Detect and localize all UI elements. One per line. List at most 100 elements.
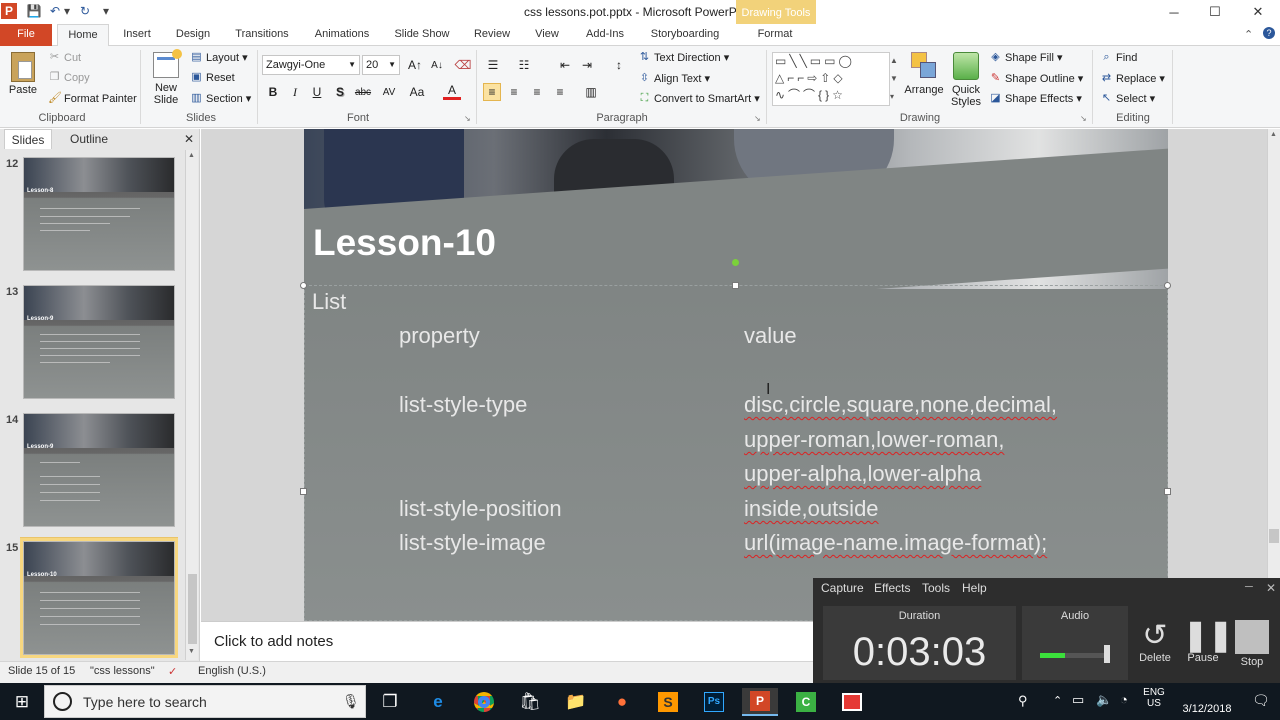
strikethrough-button[interactable]: abc bbox=[352, 83, 374, 101]
task-view-icon[interactable]: ❐ bbox=[372, 688, 408, 716]
recorder-minimize-icon[interactable]: ─ bbox=[1245, 581, 1253, 593]
recorder-menu-capture[interactable]: Capture bbox=[821, 581, 864, 595]
delete-button[interactable]: ↺ Delete bbox=[1135, 620, 1175, 665]
close-button[interactable]: ✕ bbox=[1236, 0, 1280, 24]
value-cell[interactable]: disc,circle,square,none,decimal, bbox=[744, 392, 1057, 418]
tab-slides-pane[interactable]: Slides bbox=[4, 129, 52, 149]
stop-button[interactable]: Stop bbox=[1232, 620, 1272, 668]
cut-button[interactable]: ✂ Cut bbox=[48, 51, 81, 64]
microphone-icon[interactable]: 🎙 bbox=[342, 693, 360, 710]
resize-handle[interactable] bbox=[1164, 488, 1171, 495]
wifi-icon[interactable]: ◔ bbox=[1120, 692, 1128, 707]
resize-handle[interactable] bbox=[300, 282, 307, 289]
scroll-up-icon[interactable]: ▲ bbox=[1270, 131, 1277, 138]
scroll-thumb[interactable] bbox=[188, 574, 197, 644]
underline-button[interactable]: U bbox=[308, 83, 326, 101]
font-name-combo[interactable]: Zawgyi-One ▼ bbox=[262, 55, 360, 75]
camtasia-icon[interactable]: C bbox=[788, 688, 824, 716]
tab-animations[interactable]: Animations bbox=[306, 24, 378, 46]
columns-icon[interactable]: ▥ bbox=[582, 83, 600, 101]
taskbar-date[interactable]: 3/12/2018 bbox=[1168, 703, 1246, 715]
notifications-icon[interactable]: 🗨 bbox=[1252, 692, 1270, 709]
value-cell[interactable]: upper-roman,lower-roman, bbox=[744, 427, 1004, 453]
tab-insert[interactable]: Insert bbox=[114, 24, 160, 46]
shape-fill-button[interactable]: ◈ Shape Fill ▾ bbox=[989, 51, 1062, 64]
change-case-button[interactable]: Aa bbox=[406, 83, 428, 101]
taskbar-search-text[interactable]: Type here to search bbox=[83, 694, 207, 710]
value-cell[interactable]: upper-alpha,lower-alpha bbox=[744, 461, 981, 487]
value-cell[interactable]: url(image-name.image-format); bbox=[744, 530, 1047, 556]
tab-transitions[interactable]: Transitions bbox=[228, 24, 296, 46]
store-icon[interactable]: 🛍 bbox=[512, 688, 548, 716]
pause-button[interactable]: ❚❚ Pause bbox=[1183, 620, 1233, 665]
layout-button[interactable]: ▤ Layout ▾ bbox=[190, 51, 247, 64]
shape-outline-button[interactable]: ✎ Shape Outline ▾ bbox=[989, 72, 1083, 85]
reset-button[interactable]: ▣ Reset bbox=[190, 71, 234, 84]
arrange-button[interactable]: Arrange bbox=[904, 52, 944, 96]
tab-design[interactable]: Design bbox=[168, 24, 218, 46]
copy-button[interactable]: ❐ Copy bbox=[48, 71, 90, 84]
column-header-property[interactable]: property bbox=[399, 323, 480, 349]
quick-styles-button[interactable]: Quick Styles bbox=[947, 52, 985, 108]
maximize-button[interactable]: ☐ bbox=[1193, 0, 1237, 24]
recorder-menu-effects[interactable]: Effects bbox=[874, 581, 910, 595]
increase-indent-icon[interactable]: ⇥ bbox=[578, 56, 596, 74]
photoshop-icon[interactable]: Ps bbox=[696, 688, 732, 716]
shrink-font-button[interactable]: A↓ bbox=[426, 56, 448, 74]
property-cell[interactable]: list-style-position bbox=[399, 496, 562, 522]
resize-handle[interactable] bbox=[300, 488, 307, 495]
shape-effects-button[interactable]: ◪ Shape Effects ▾ bbox=[989, 92, 1082, 105]
resize-handle[interactable] bbox=[732, 282, 739, 289]
align-center-icon[interactable]: ≡ bbox=[505, 83, 523, 101]
firefox-icon[interactable]: ● bbox=[604, 688, 640, 716]
notes-placeholder[interactable]: Click to add notes bbox=[214, 633, 333, 650]
scroll-down-icon[interactable]: ▼ bbox=[188, 648, 195, 655]
find-button[interactable]: ⌕ Find bbox=[1100, 51, 1137, 64]
volume-icon[interactable]: 🔈 bbox=[1096, 692, 1112, 708]
slide-thumbnail-14[interactable]: Lesson-9 bbox=[23, 413, 175, 527]
windows-start-icon[interactable]: ⊞ bbox=[4, 688, 40, 716]
align-right-icon[interactable]: ≡ bbox=[528, 83, 546, 101]
slide-scrollbar[interactable]: ▲ bbox=[1267, 129, 1280, 621]
tab-file[interactable]: File bbox=[0, 24, 52, 46]
grow-font-button[interactable]: A↑ bbox=[404, 56, 426, 74]
language-indicator[interactable]: English (U.S.) bbox=[198, 665, 266, 677]
convert-smartart-button[interactable]: ⛶ Convert to SmartArt ▾ bbox=[638, 92, 760, 105]
scroll-thumb[interactable] bbox=[1269, 529, 1279, 543]
bold-button[interactable]: B bbox=[264, 83, 282, 101]
align-text-button[interactable]: ⇳ Align Text ▾ bbox=[638, 72, 710, 85]
decrease-indent-icon[interactable]: ⇤ bbox=[556, 56, 574, 74]
file-explorer-icon[interactable]: 📁 bbox=[558, 688, 594, 716]
spellcheck-icon[interactable]: ✓ bbox=[168, 665, 177, 678]
character-spacing-button[interactable]: AV bbox=[378, 83, 400, 101]
tab-add-ins[interactable]: Add-Ins bbox=[578, 24, 632, 46]
tab-format[interactable]: Format bbox=[744, 24, 806, 46]
recorder-close-icon[interactable]: ✕ bbox=[1266, 581, 1276, 595]
scroll-up-icon[interactable]: ▲ bbox=[188, 152, 195, 159]
tray-overflow-icon[interactable]: ⌃ bbox=[1053, 694, 1062, 707]
sublime-text-icon[interactable]: S bbox=[650, 688, 686, 716]
powerpoint-taskbar-icon[interactable]: P bbox=[742, 688, 778, 716]
slide-thumbnail-13[interactable]: Lesson-9 bbox=[23, 285, 175, 399]
tab-outline-pane[interactable]: Outline bbox=[62, 129, 116, 149]
pane-scrollbar[interactable]: ▲ ▼ bbox=[185, 150, 198, 660]
tab-review[interactable]: Review bbox=[466, 24, 518, 46]
audio-volume-slider[interactable] bbox=[1104, 645, 1110, 663]
input-language[interactable]: ENG US bbox=[1140, 687, 1168, 709]
dialog-launcher-icon[interactable]: ↘ bbox=[754, 114, 761, 123]
dialog-launcher-icon[interactable]: ↘ bbox=[1080, 114, 1087, 123]
resize-handle[interactable] bbox=[1164, 282, 1171, 289]
format-painter-button[interactable]: 🖌 Format Painter bbox=[48, 92, 137, 105]
select-button[interactable]: ↖ Select ▾ bbox=[1100, 92, 1155, 105]
network-icon[interactable]: ▭ bbox=[1072, 692, 1084, 708]
section-button[interactable]: ▥ Section ▾ bbox=[190, 92, 251, 105]
tab-home[interactable]: Home bbox=[57, 24, 109, 47]
chrome-icon[interactable] bbox=[466, 688, 502, 716]
slide-heading[interactable]: List bbox=[312, 289, 346, 315]
slide-title[interactable]: Lesson-10 bbox=[313, 222, 496, 264]
gallery-scroll[interactable]: ▲ ▼ ▾ bbox=[890, 52, 898, 106]
bullets-icon[interactable]: ☰ bbox=[484, 56, 502, 74]
slide-thumbnail-12[interactable]: Lesson-8 bbox=[23, 157, 175, 271]
shapes-gallery[interactable]: ▭╲╲▭▭◯ △⌐⌐⇨⇧◇ ∿⌒⌒{}☆ bbox=[772, 52, 890, 106]
column-header-value[interactable]: value bbox=[744, 323, 797, 349]
